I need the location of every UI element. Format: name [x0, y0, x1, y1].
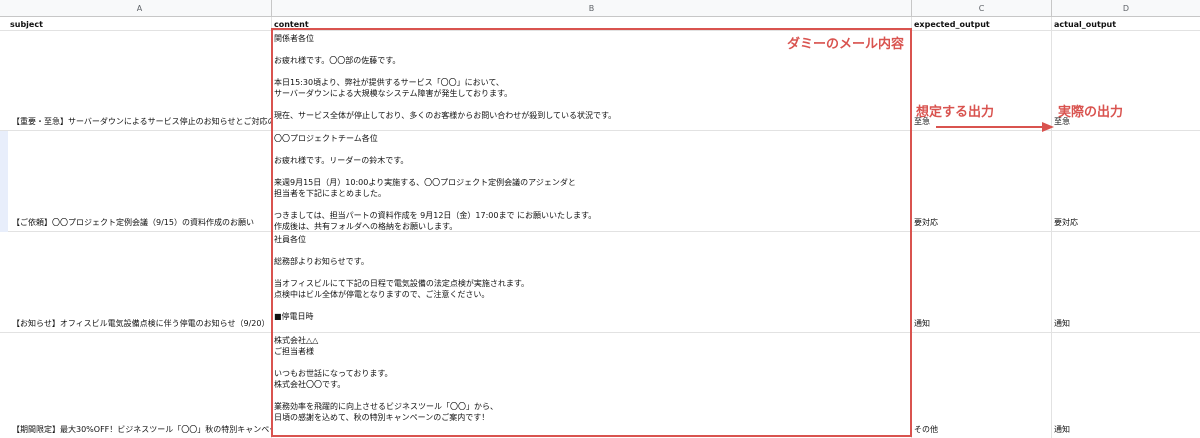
- subject-cell[interactable]: 【お知らせ】オフィスビル電気設備点検に伴う停電のお知らせ（9/20）: [8, 232, 272, 332]
- spreadsheet: A B C D subject content expected_output …: [0, 0, 1200, 438]
- header-row: subject content expected_output actual_o…: [0, 17, 1200, 31]
- actual-output-text: 要対応: [1054, 218, 1078, 227]
- expected-output-text: 要対応: [914, 218, 938, 227]
- header-expected-text: expected_output: [914, 20, 990, 29]
- column-header-a[interactable]: A: [8, 0, 272, 17]
- table-row: 【重要・至急】サーバーダウンによるサービス停止のお知らせとご対応のお願い 関係者…: [0, 31, 1200, 131]
- content-cell[interactable]: 社員各位 総務部よりお知らせです。 当オフィスビルにて下記の日程で電気設備の法定点検…: [272, 232, 912, 332]
- subject-cell[interactable]: 【重要・至急】サーバーダウンによるサービス停止のお知らせとご対応のお願い: [8, 31, 272, 130]
- table-row: 【お知らせ】オフィスビル電気設備点検に伴う停電のお知らせ（9/20） 社員各位総…: [0, 232, 1200, 333]
- header-cell-expected[interactable]: expected_output: [912, 17, 1052, 30]
- subject-cell[interactable]: 【ご依頼】〇〇プロジェクト定例会議（9/15）の資料作成のお願い: [8, 131, 272, 231]
- actual-output-annotation: 実際の出力: [1058, 105, 1124, 120]
- expected-output-cell[interactable]: その他: [912, 333, 1052, 438]
- actual-output-text: 通知: [1054, 425, 1070, 434]
- column-header-c[interactable]: C: [912, 0, 1052, 17]
- table-row: 【ご依頼】〇〇プロジェクト定例会議（9/15）の資料作成のお願い 〇〇プロジェク…: [0, 131, 1200, 232]
- expected-output-text: その他: [914, 425, 938, 434]
- arrow-right-icon: [936, 122, 1054, 132]
- actual-output-cell[interactable]: 通知: [1052, 333, 1200, 438]
- content-cell[interactable]: 〇〇プロジェクトチーム各位 お疲れ様です。リーダーの鈴木です。 来週9月15日（月）…: [272, 131, 912, 231]
- actual-output-cell[interactable]: 要対応: [1052, 131, 1200, 231]
- header-cell-actual[interactable]: actual_output: [1052, 17, 1200, 30]
- expected-output-annotation: 想定する出力: [916, 105, 995, 120]
- subject-text: 【お知らせ】オフィスビル電気設備点検に伴う停電のお知らせ（9/20）: [12, 319, 270, 328]
- content-text: 株式会社△△ ご担当者様 いつもお世話になっております。 株式会社〇〇です。 業務効率を…: [274, 336, 498, 422]
- table-row: 【期間限定】最大30%OFF！ビジネスツール「〇〇」秋の特別キャンペーンのご案内…: [0, 333, 1200, 438]
- subject-cell[interactable]: 【期間限定】最大30%OFF！ビジネスツール「〇〇」秋の特別キャンペーンのご案内: [8, 333, 272, 438]
- header-subject-text: subject: [10, 20, 43, 29]
- subject-text: 【ご依頼】〇〇プロジェクト定例会議（9/15）の資料作成のお願い: [12, 218, 254, 227]
- column-header-d[interactable]: D: [1052, 0, 1200, 17]
- header-cell-content[interactable]: content: [272, 17, 912, 30]
- column-header-b[interactable]: B: [272, 0, 912, 17]
- header-actual-text: actual_output: [1054, 20, 1117, 29]
- header-cell-subject[interactable]: subject: [8, 17, 272, 30]
- subject-text: 【重要・至急】サーバーダウンによるサービス停止のお知らせとご対応のお願い: [12, 117, 272, 126]
- content-text: 社員各位 総務部よりお知らせです。 当オフィスビルにて下記の日程で電気設備の法定点検…: [274, 235, 530, 321]
- actual-output-text: 通知: [1054, 319, 1070, 328]
- subject-text: 【期間限定】最大30%OFF！ビジネスツール「〇〇」秋の特別キャンペーンのご案内: [12, 425, 271, 434]
- actual-output-cell[interactable]: 通知: [1052, 232, 1200, 332]
- column-header-bar: A B C D: [0, 0, 1200, 17]
- content-text: 〇〇プロジェクトチーム各位 お疲れ様です。リーダーの鈴木です。 来週9月15日（月）…: [274, 134, 597, 231]
- expected-output-text: 通知: [914, 319, 930, 328]
- content-cell[interactable]: 株式会社△△ ご担当者様 いつもお世話になっております。 株式会社〇〇です。 業務効率を…: [272, 333, 912, 438]
- header-content-text: content: [274, 20, 309, 29]
- row-selection-gutter[interactable]: [0, 131, 8, 232]
- expected-output-cell[interactable]: 通知: [912, 232, 1052, 332]
- dummy-mail-annotation: ダミーのメール内容: [787, 37, 905, 52]
- expected-output-cell[interactable]: 要対応: [912, 131, 1052, 231]
